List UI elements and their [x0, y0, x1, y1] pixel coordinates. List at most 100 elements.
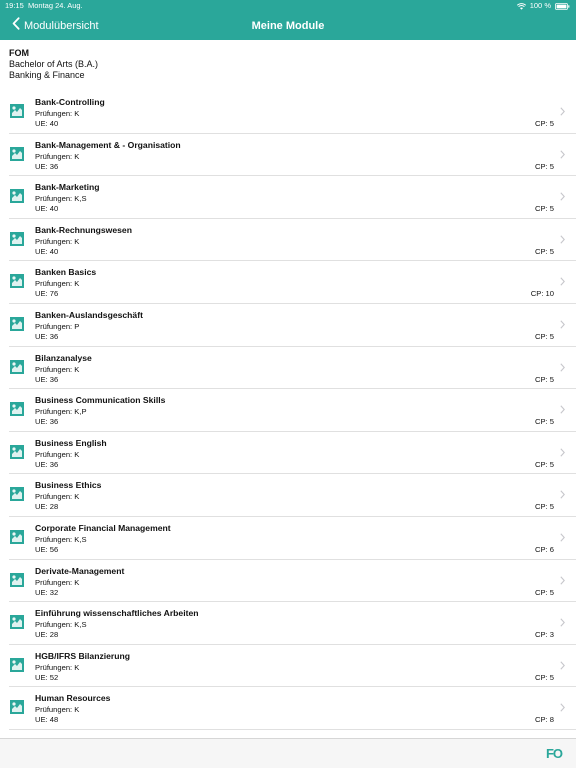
chevron-right-icon: [560, 448, 565, 457]
module-row[interactable]: HGB/IFRS Bilanzierung Prüfungen: K UE: 5…: [9, 645, 576, 688]
chevron-right-icon: [560, 277, 565, 286]
module-ue: UE: 52: [35, 672, 59, 682]
battery-percent: 100 %: [529, 1, 551, 10]
module-exams: Prüfungen: K: [35, 449, 80, 459]
module-title: Banken-Auslandsgeschäft: [35, 309, 143, 320]
module-row[interactable]: Derivate-Management Prüfungen: K UE: 32 …: [9, 560, 576, 603]
module-title: Business Communication Skills: [35, 395, 166, 406]
module-row[interactable]: Business Ethics Prüfungen: K UE: 28 CP: …: [9, 474, 576, 517]
module-title: Business English: [35, 437, 107, 448]
module-exams: Prüfungen: K: [35, 109, 80, 118]
status-date: Montag 24. Aug.: [28, 1, 83, 10]
module-exams: Prüfungen: K: [35, 577, 80, 587]
module-cp: CP: 5: [535, 672, 554, 682]
tab-bar: FO: [0, 738, 576, 768]
page-title: Meine Module: [251, 20, 325, 32]
chevron-right-icon: [560, 575, 565, 585]
module-cp: CP: 5: [535, 417, 554, 427]
module-ue: UE: 28: [35, 630, 59, 640]
puzzle-icon: [10, 231, 24, 246]
module-row[interactable]: Bank-Management & - Organisation Prüfung…: [9, 134, 576, 177]
module-cp: CP: 8: [535, 715, 554, 725]
module-cp: CP: 5: [535, 459, 554, 469]
module-ue: UE: 76: [35, 289, 59, 299]
module-ue: UE: 36: [35, 374, 59, 384]
chevron-right-icon: [560, 107, 565, 116]
chevron-right-icon: [560, 235, 565, 244]
chevron-right-icon: [560, 533, 565, 542]
module-exams: Prüfungen: K: [35, 364, 80, 374]
module-ue: UE: 40: [35, 204, 59, 214]
module-title: Bank-Rechnungswesen: [35, 224, 132, 235]
program-field: Banking & Finance: [9, 70, 85, 80]
module-exams: Prüfungen: K,S: [35, 194, 87, 204]
puzzle-icon: [10, 615, 24, 630]
module-list: Bank-Controlling Prüfungen: K UE: 40 CP:…: [0, 91, 576, 730]
module-title: Bank-Controlling: [35, 97, 105, 107]
puzzle-icon: [10, 146, 24, 161]
module-ue: UE: 28: [35, 502, 59, 512]
module-cp: CP: 5: [535, 587, 554, 597]
module-cp: CP: 5: [535, 331, 554, 341]
module-title: Bank-Marketing: [35, 182, 100, 193]
module-row[interactable]: Business Communication Skills Prüfungen:…: [9, 389, 576, 432]
module-cp: CP: 6: [535, 544, 554, 554]
module-row[interactable]: Banken Basics Prüfungen: K UE: 76 CP: 10: [9, 261, 576, 304]
module-cp: CP: 5: [535, 374, 554, 384]
module-ue: UE: 56: [35, 544, 59, 554]
module-title: Business Ethics: [35, 480, 102, 491]
module-row[interactable]: Banken-Auslandsgeschäft Prüfungen: P UE:…: [9, 304, 576, 347]
module-row[interactable]: Human Resources Prüfungen: K UE: 48 CP: …: [9, 687, 576, 730]
module-title: Derivate-Management: [35, 565, 125, 576]
module-title: Banken Basics: [35, 267, 97, 278]
module-title: Corporate Financial Management: [35, 522, 171, 533]
chevron-right-icon: [560, 192, 565, 201]
module-ue: UE: 40: [35, 246, 59, 256]
module-title: Bank-Management & - Organisation: [35, 139, 181, 150]
module-exams: Prüfungen: K: [35, 279, 80, 289]
status-bar: 19:15 Montag 24. Aug. 100 %: [0, 0, 576, 12]
module-title: Human Resources: [35, 693, 111, 704]
chevron-right-icon: [560, 618, 565, 627]
puzzle-icon: [10, 529, 24, 544]
program-header: FOM Bachelor of Arts (B.A.) Banking & Fi…: [9, 48, 98, 81]
wifi-icon: [516, 2, 526, 10]
chevron-right-icon: [560, 703, 565, 712]
module-ue: UE: 32: [35, 587, 59, 597]
module-cp: CP: 5: [535, 119, 554, 128]
module-ue: UE: 36: [35, 331, 59, 341]
module-title: HGB/IFRS Bilanzierung: [35, 650, 131, 661]
module-row[interactable]: Einführung wissenschaftliches Arbeiten P…: [9, 602, 576, 645]
module-exams: Prüfungen: K: [35, 492, 80, 502]
status-time: 19:15: [5, 1, 24, 10]
module-cp: CP: 5: [535, 502, 554, 512]
module-ue: UE: 36: [35, 417, 59, 427]
puzzle-icon: [10, 572, 24, 587]
module-row[interactable]: Bank-Marketing Prüfungen: K,S UE: 40 CP:…: [9, 176, 576, 219]
module-exams: Prüfungen: P: [35, 321, 80, 331]
module-cp: CP: 5: [535, 204, 554, 214]
module-cp: CP: 10: [530, 289, 554, 299]
module-ue: UE: 40: [35, 119, 59, 128]
puzzle-icon: [10, 359, 24, 374]
puzzle-icon: [10, 189, 24, 204]
chevron-right-icon: [560, 150, 565, 159]
module-row[interactable]: Bank-Rechnungswesen Prüfungen: K UE: 40 …: [9, 219, 576, 262]
module-exams: Prüfungen: K,S: [35, 620, 87, 630]
module-cp: CP: 5: [535, 246, 554, 256]
module-exams: Prüfungen: K: [35, 151, 80, 161]
module-row[interactable]: Bilanzanalyse Prüfungen: K UE: 36 CP: 5: [9, 347, 576, 390]
module-row[interactable]: Bank-Controlling Prüfungen: K UE: 40 CP:…: [9, 91, 576, 134]
module-row[interactable]: Business English Prüfungen: K UE: 36 CP:…: [9, 432, 576, 475]
module-title: Einführung wissenschaftliches Arbeiten: [35, 608, 199, 619]
module-ue: UE: 48: [35, 715, 59, 725]
nav-bar: Modulübersicht Meine Module: [0, 12, 576, 40]
puzzle-icon: [10, 444, 24, 459]
module-row[interactable]: Corporate Financial Management Prüfungen…: [9, 517, 576, 560]
status-right: 100 %: [516, 0, 570, 12]
puzzle-icon: [10, 700, 24, 715]
puzzle-icon: [10, 487, 24, 502]
chevron-right-icon: [560, 490, 565, 499]
puzzle-icon: [10, 104, 24, 118]
brand-logo: FO: [545, 746, 563, 761]
